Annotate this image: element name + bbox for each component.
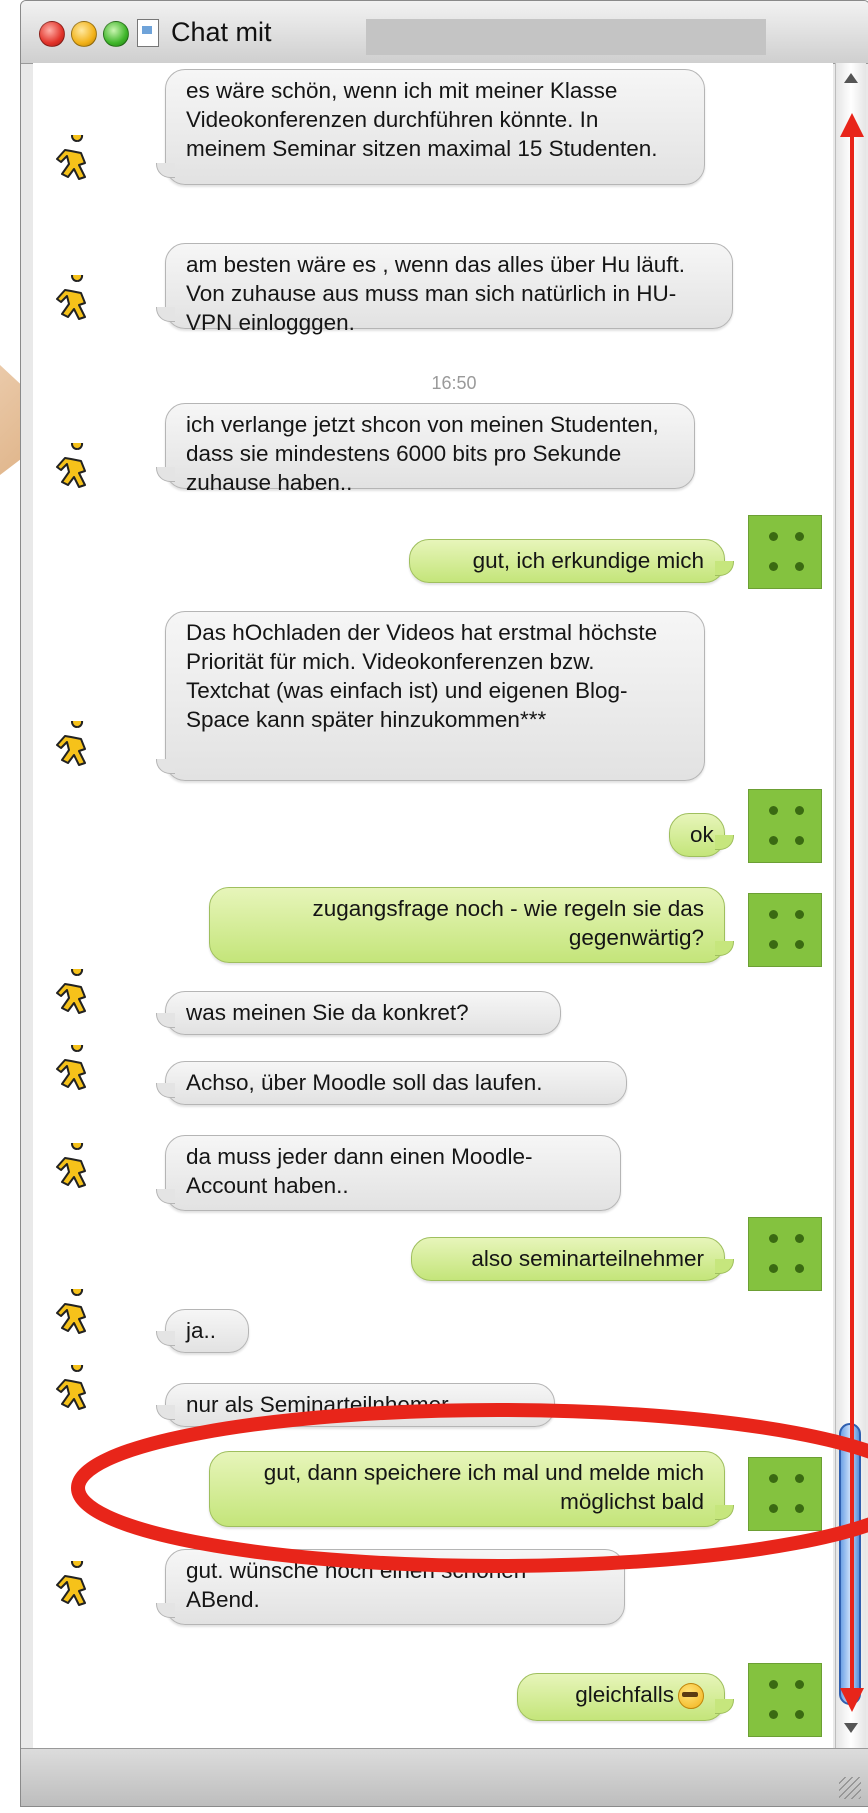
title-bar[interactable]: Chat mit bbox=[21, 1, 868, 64]
scroll-down-arrow-icon[interactable] bbox=[844, 1723, 858, 1733]
message-text: gut, dann speichere ich mal und melde mi… bbox=[263, 1460, 704, 1514]
window-title: Chat mit bbox=[171, 17, 272, 47]
message-text: nur als Seminarteilnhemer bbox=[186, 1392, 449, 1417]
message-bubble-incoming[interactable]: am besten wäre es , wenn das alles über … bbox=[156, 243, 733, 335]
message-bubble-incoming[interactable]: was meinen Sie da konkret? bbox=[156, 991, 561, 1035]
aim-buddy-icon bbox=[56, 275, 86, 320]
message-timestamp: 16:50 bbox=[431, 373, 477, 393]
chat-window: Chat mit es wäre schön, wenn ich mit mei… bbox=[20, 0, 868, 1807]
message-bubble-outgoing[interactable]: gleichfalls bbox=[517, 1673, 734, 1721]
cool-sunglasses-smiley-icon bbox=[678, 1683, 704, 1710]
aim-buddy-icon bbox=[56, 1143, 86, 1188]
self-avatar-icon bbox=[748, 789, 822, 863]
vertical-scrollbar[interactable] bbox=[835, 63, 866, 1748]
message-bubble-incoming[interactable]: Das hOchladen der Videos hat erstmal höc… bbox=[156, 611, 705, 781]
aim-buddy-icon bbox=[56, 969, 86, 1014]
message-text: also seminarteilnehmer bbox=[471, 1246, 704, 1271]
message-bubble-incoming[interactable]: ja.. bbox=[156, 1309, 249, 1353]
self-avatar-icon bbox=[748, 515, 822, 589]
self-avatar-icon bbox=[748, 1663, 822, 1737]
aim-buddy-icon bbox=[56, 1289, 86, 1334]
message-text: gut, ich erkundige mich bbox=[472, 548, 704, 573]
message-text: gut. wünsche noch einen schönen ABend. bbox=[186, 1558, 527, 1612]
message-text: zugangsfrage noch - wie regeln sie das g… bbox=[312, 896, 705, 950]
message-text: gleichfalls bbox=[575, 1682, 674, 1707]
resize-grip-icon[interactable] bbox=[839, 1777, 861, 1799]
message-text: ok bbox=[690, 822, 714, 847]
message-text: am besten wäre es , wenn das alles über … bbox=[186, 252, 686, 335]
message-text: es wäre schön, wenn ich mit meiner Klass… bbox=[186, 78, 658, 161]
document-proxy-icon[interactable] bbox=[137, 19, 159, 47]
self-avatar-icon bbox=[748, 893, 822, 967]
aim-buddy-icon bbox=[56, 721, 86, 766]
message-bubble-incoming[interactable]: nur als Seminarteilnhemer bbox=[156, 1383, 555, 1427]
message-text: ich verlange jetzt shcon von meinen Stud… bbox=[186, 412, 659, 495]
message-text: Das hOchladen der Videos hat erstmal höc… bbox=[186, 620, 658, 732]
message-bubble-outgoing[interactable]: zugangsfrage noch - wie regeln sie das g… bbox=[209, 887, 734, 963]
message-bubble-incoming[interactable]: da muss jeder dann einen Moodle-Account … bbox=[156, 1135, 621, 1211]
aim-buddy-icon bbox=[56, 1365, 86, 1410]
message-bubble-outgoing[interactable]: ok bbox=[669, 813, 734, 857]
close-button[interactable] bbox=[39, 21, 65, 47]
message-bubble-outgoing[interactable]: gut, ich erkundige mich bbox=[409, 539, 734, 583]
zoom-button[interactable] bbox=[103, 21, 129, 47]
message-text: da muss jeder dann einen Moodle-Account … bbox=[186, 1144, 533, 1198]
scroll-up-arrow-icon[interactable] bbox=[844, 73, 858, 83]
message-text: Achso, über Moodle soll das laufen. bbox=[186, 1070, 543, 1095]
message-text: ja.. bbox=[186, 1318, 217, 1343]
self-avatar-icon bbox=[748, 1217, 822, 1291]
message-bubble-outgoing[interactable]: gut, dann speichere ich mal und melde mi… bbox=[209, 1451, 734, 1527]
buddy-name-redacted bbox=[366, 19, 766, 55]
aim-buddy-icon bbox=[56, 1561, 86, 1606]
aim-buddy-icon bbox=[56, 1045, 86, 1090]
window-bottom-bar bbox=[21, 1748, 868, 1806]
message-bubble-incoming[interactable]: gut. wünsche noch einen schönen ABend. bbox=[156, 1549, 625, 1625]
message-bubble-outgoing[interactable]: also seminarteilnehmer bbox=[411, 1237, 734, 1281]
message-bubble-incoming[interactable]: ich verlange jetzt shcon von meinen Stud… bbox=[156, 403, 695, 495]
minimize-button[interactable] bbox=[71, 21, 97, 47]
aim-buddy-icon bbox=[56, 443, 86, 488]
message-bubble-incoming[interactable]: Achso, über Moodle soll das laufen. bbox=[156, 1061, 627, 1105]
self-avatar-icon bbox=[748, 1457, 822, 1531]
aim-buddy-icon bbox=[56, 135, 86, 180]
message-text: was meinen Sie da konkret? bbox=[186, 1000, 469, 1025]
message-bubble-incoming[interactable]: es wäre schön, wenn ich mit meiner Klass… bbox=[156, 69, 705, 185]
scrollbar-thumb[interactable] bbox=[839, 1423, 861, 1705]
chat-transcript: es wäre schön, wenn ich mit meiner Klass… bbox=[33, 63, 833, 1748]
